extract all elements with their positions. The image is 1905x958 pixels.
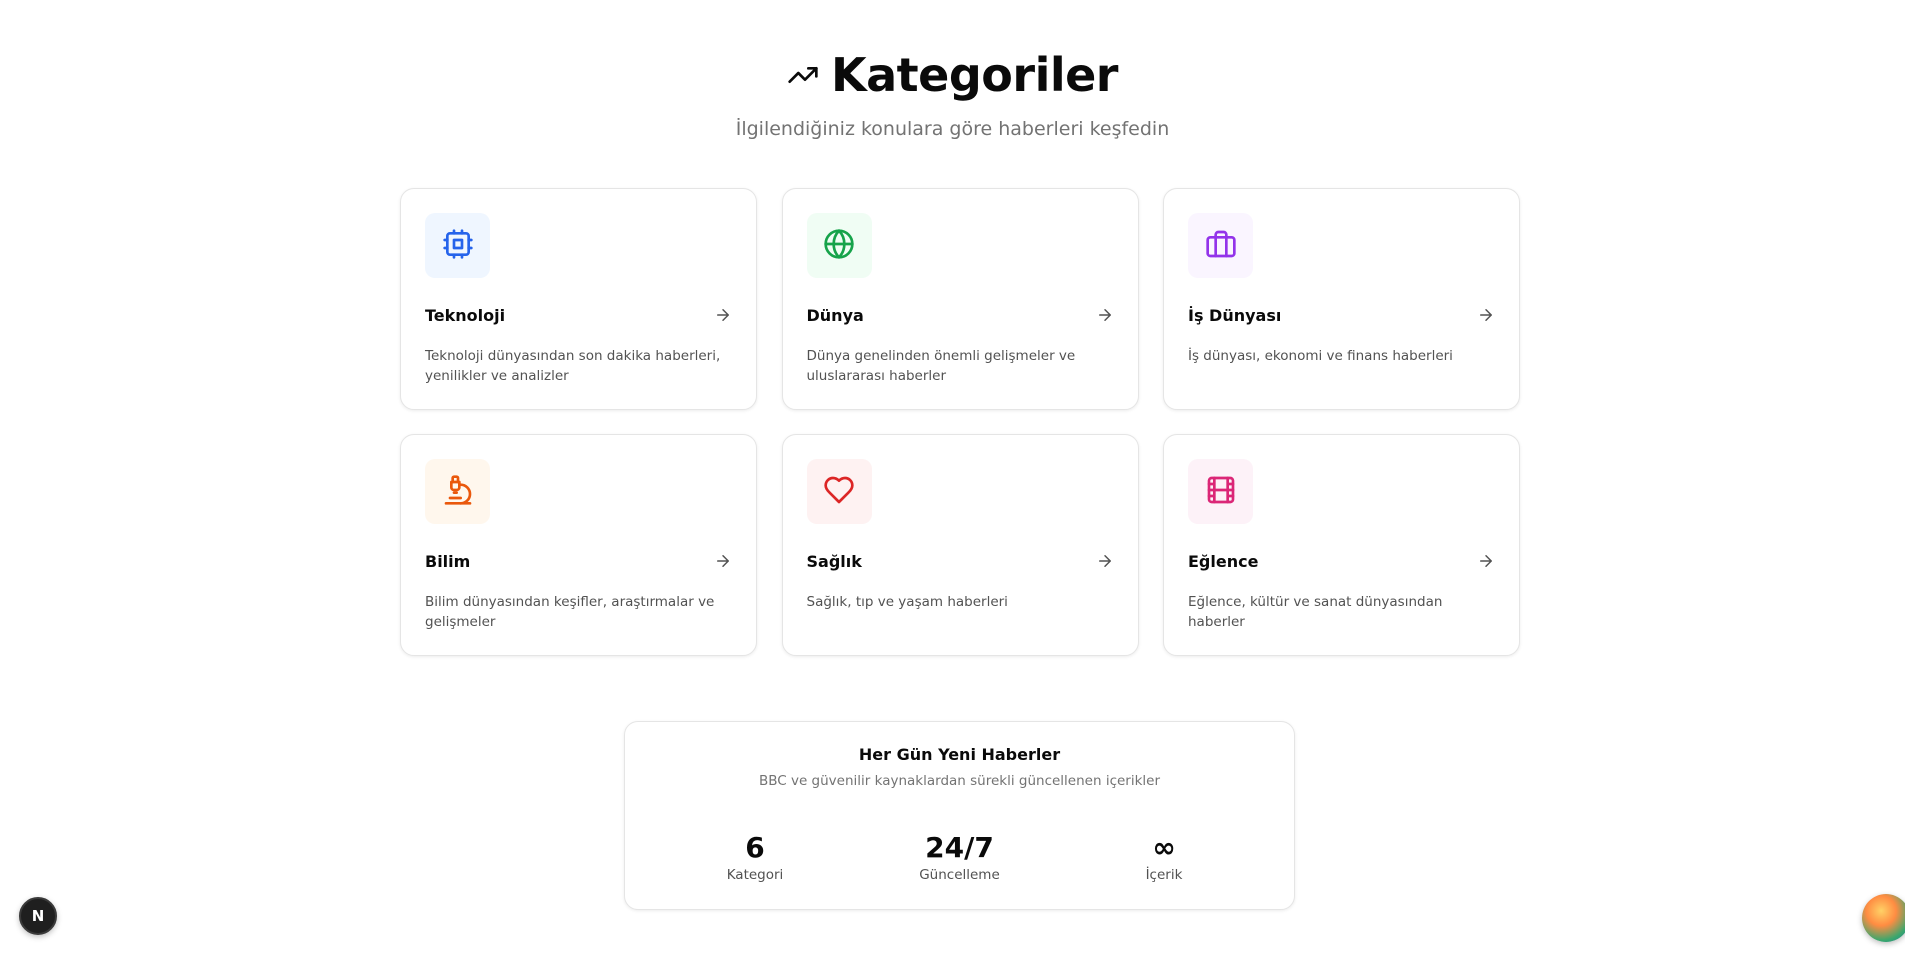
category-card-teknoloji[interactable]: Teknoloji Teknoloji dünyasından son daki…: [400, 188, 757, 410]
stat-value: 6: [745, 831, 765, 864]
briefcase-icon: [1205, 228, 1237, 264]
category-description: Sağlık, tıp ve yaşam haberleri: [806, 594, 1008, 610]
stats-title: Her Gün Yeni Haberler: [858, 745, 1061, 764]
page-header: Kategoriler İlgilendiğiniz konulara göre…: [0, 44, 1905, 142]
arrow-right-icon: [1477, 552, 1495, 570]
stat-categories: 6 Kategori: [695, 832, 815, 884]
cpu-icon: [442, 228, 474, 264]
category-grid: Teknoloji Teknoloji dünyasından son daki…: [400, 188, 1520, 656]
category-card-eglence[interactable]: Eğlence Eğlence, kültür ve sanat dünyası…: [1163, 434, 1520, 656]
category-icon-box: [425, 213, 490, 278]
category-icon-box: [806, 459, 872, 524]
arrow-right-icon: [1477, 306, 1495, 324]
stats-card: Her Gün Yeni Haberler BBC ve güvenilir k…: [624, 721, 1295, 910]
arrow-right-icon: [714, 306, 732, 324]
category-description: Eğlence, kültür ve sanat dünyasından hab…: [1188, 594, 1443, 630]
nextjs-dev-badge[interactable]: N: [19, 897, 57, 935]
category-icon-box: [425, 459, 490, 524]
microscope-icon: [442, 474, 474, 510]
nextjs-logo-letter: N: [31, 907, 45, 925]
arrow-right-icon: [714, 552, 732, 570]
stat-label: İçerik: [1145, 867, 1183, 883]
heart-icon: [823, 474, 855, 510]
film-icon: [1205, 474, 1237, 510]
trending-up-icon: [787, 44, 819, 106]
stats-row: 6 Kategori 24/7 Güncelleme ∞ İçerik: [625, 832, 1294, 884]
category-description: Teknoloji dünyasından son dakika haberle…: [425, 348, 721, 384]
category-icon-box: [1188, 459, 1253, 524]
category-icon-box: [1188, 213, 1253, 278]
category-name: Bilim: [425, 551, 471, 571]
stat-content: ∞ İçerik: [1104, 832, 1224, 884]
category-name: Teknoloji: [425, 305, 506, 325]
category-name: İş Dünyası: [1188, 305, 1282, 325]
stat-label: Güncelleme: [919, 867, 1000, 883]
page-title-text: Kategoriler: [830, 48, 1119, 102]
stat-label: Kategori: [726, 867, 784, 883]
category-card-bilim[interactable]: Bilim Bilim dünyasından keşifler, araştı…: [400, 434, 757, 656]
category-card-saglik[interactable]: Sağlık Sağlık, tıp ve yaşam haberleri: [781, 434, 1139, 656]
stat-updates: 24/7 Güncelleme: [900, 832, 1020, 884]
page-subtitle: İlgilendiğiniz konulara göre haberleri k…: [735, 118, 1170, 140]
category-icon-box: [806, 213, 872, 278]
category-card-is-dunyasi[interactable]: İş Dünyası İş dünyası, ekonomi ve finans…: [1163, 188, 1520, 410]
category-description: Dünya genelinden önemli gelişmeler ve ul…: [806, 348, 1076, 384]
category-name: Dünya: [806, 305, 864, 325]
category-description: İş dünyası, ekonomi ve finans haberleri: [1188, 348, 1453, 364]
page-title: Kategoriler: [787, 44, 1119, 106]
globe-icon: [823, 228, 855, 264]
stat-value: 24/7: [925, 831, 994, 864]
category-name: Eğlence: [1188, 551, 1259, 571]
arrow-right-icon: [1096, 552, 1114, 570]
arrow-right-icon: [1096, 306, 1114, 324]
category-name: Sağlık: [806, 551, 862, 571]
category-card-dunya[interactable]: Dünya Dünya genelinden önemli gelişmeler…: [781, 188, 1139, 410]
stats-subtitle: BBC ve güvenilir kaynaklardan sürekli gü…: [758, 773, 1161, 789]
category-description: Bilim dünyasından keşifler, araştırmalar…: [425, 594, 715, 630]
stat-value: ∞: [1152, 831, 1176, 864]
assistant-bubble-avatar[interactable]: [1862, 894, 1905, 942]
